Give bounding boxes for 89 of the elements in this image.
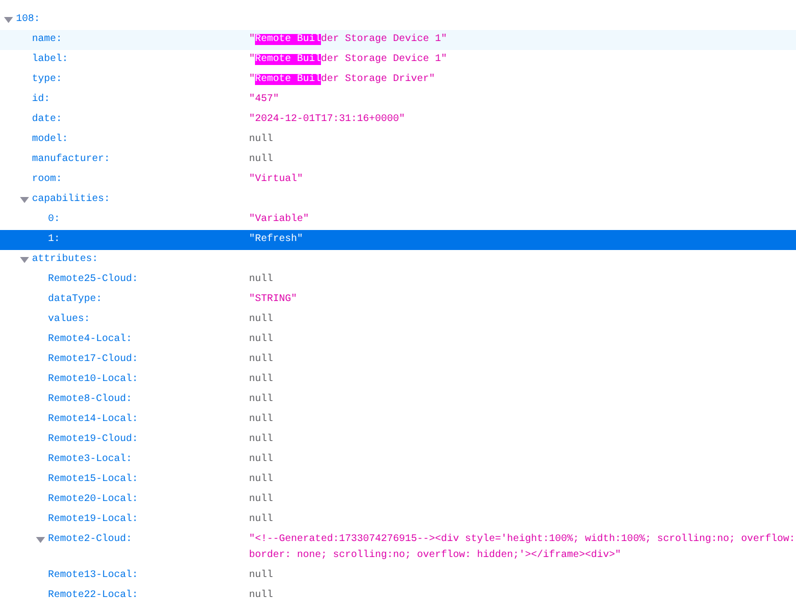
property-key: Remote14-Local: xyxy=(48,412,138,428)
property-key: manufacturer: xyxy=(32,152,110,168)
property-key: 108: xyxy=(16,12,40,28)
property-key: type: xyxy=(32,72,62,88)
property-key: values: xyxy=(48,312,90,328)
property-key: attributes: xyxy=(32,252,98,268)
expand-arrow-icon[interactable] xyxy=(20,257,29,263)
tree-row[interactable]: Remote19-Cloud: null xyxy=(0,430,796,450)
property-value: null xyxy=(249,568,274,583)
tree-row[interactable]: Remote8-Cloud: null xyxy=(0,390,796,410)
property-value: null xyxy=(249,512,274,527)
tree-row[interactable]: Remote4-Local: null xyxy=(0,330,796,350)
tree-row[interactable]: date: "2024-12-01T17:31:16+0000" xyxy=(0,110,796,130)
tree-row[interactable]: Remote14-Local: null xyxy=(0,410,796,430)
property-key: name: xyxy=(32,32,62,48)
property-value: null xyxy=(249,472,274,487)
property-value: border: none; scrolling:no; overflow: hidden;'></iframe><div>" xyxy=(249,548,622,563)
property-key: Remote3-Local: xyxy=(48,452,132,468)
property-key: Remote25-Cloud: xyxy=(48,272,138,288)
tree-row[interactable]: id: "457" xyxy=(0,90,796,110)
property-key: Remote10-Local: xyxy=(48,372,138,388)
property-value: "STRING" xyxy=(249,292,298,307)
property-value: "457" xyxy=(249,92,280,107)
property-value: null xyxy=(249,332,274,347)
property-value: null xyxy=(249,392,274,407)
property-key: Remote19-Local: xyxy=(48,512,138,528)
tree-row[interactable]: manufacturer: null xyxy=(0,150,796,170)
property-key: capabilities: xyxy=(32,192,110,208)
property-value: null xyxy=(249,312,274,327)
property-value: "Refresh" xyxy=(249,232,304,247)
property-key: Remote4-Local: xyxy=(48,332,132,348)
property-key: dataType: xyxy=(48,292,102,308)
tree-row[interactable]: Remote10-Local: null xyxy=(0,370,796,390)
property-value: null xyxy=(249,372,274,387)
property-value: "Remote Builder Storage Device 1" xyxy=(249,32,448,47)
tree-row[interactable]: 1: "Refresh" xyxy=(0,230,796,250)
property-value: null xyxy=(249,272,274,287)
tree-row[interactable]: Remote2-Cloud: "<!--Generated:1733074276915--><div style='height:100%; width:100%; scrolling:no; overflow: border: none; scrolling:no; overflow: hidden;'></iframe><div>" xyxy=(0,530,796,566)
property-key: model: xyxy=(32,132,68,148)
property-value: "Variable" xyxy=(249,212,310,227)
property-value: null xyxy=(249,152,274,167)
property-key: date: xyxy=(32,112,62,128)
property-value: null xyxy=(249,492,274,507)
tree-row[interactable]: name: "Remote Builder Storage Device 1" xyxy=(0,30,796,50)
property-key: Remote17-Cloud: xyxy=(48,352,138,368)
tree-row[interactable]: values: null xyxy=(0,310,796,330)
expand-arrow-icon[interactable] xyxy=(4,17,13,23)
property-value: null xyxy=(249,432,274,447)
tree-row[interactable]: 0: "Variable" xyxy=(0,210,796,230)
property-key: 0: xyxy=(48,212,60,228)
property-key: Remote8-Cloud: xyxy=(48,392,132,408)
property-value: null xyxy=(249,588,274,603)
tree-row[interactable]: model: null xyxy=(0,130,796,150)
tree-row[interactable]: label: "Remote Builder Storage Device 1" xyxy=(0,50,796,70)
tree-row[interactable]: Remote15-Local: null xyxy=(0,470,796,490)
tree-row[interactable]: Remote25-Cloud: null xyxy=(0,270,796,290)
property-key: room: xyxy=(32,172,62,188)
tree-row[interactable]: Remote19-Local: null xyxy=(0,510,796,530)
tree-row[interactable]: Remote13-Local: null xyxy=(0,566,796,586)
expand-arrow-icon[interactable] xyxy=(20,197,29,203)
tree-row[interactable]: type: "Remote Builder Storage Driver" xyxy=(0,70,796,90)
tree-row[interactable]: room: "Virtual" xyxy=(0,170,796,190)
property-key: label: xyxy=(32,52,68,68)
tree-row[interactable]: attributes: xyxy=(0,250,796,270)
tree-row[interactable]: 108: xyxy=(0,10,796,30)
property-value: "Virtual" xyxy=(249,172,304,187)
tree-row[interactable]: Remote17-Cloud: null xyxy=(0,350,796,370)
tree-row[interactable]: capabilities: xyxy=(0,190,796,210)
tree-row[interactable]: Remote22-Local: null xyxy=(0,586,796,604)
property-key: Remote2-Cloud: xyxy=(48,532,132,548)
property-value: null xyxy=(249,132,274,147)
property-key: Remote20-Local: xyxy=(48,492,138,508)
property-key: Remote13-Local: xyxy=(48,568,138,584)
property-key: Remote22-Local: xyxy=(48,588,138,604)
property-value: "Remote Builder Storage Driver" xyxy=(249,72,436,87)
property-key: Remote19-Cloud: xyxy=(48,432,138,448)
property-key: id: xyxy=(32,92,50,108)
tree-row[interactable]: Remote20-Local: null xyxy=(0,490,796,510)
property-key: 1: xyxy=(48,232,60,248)
property-value: "2024-12-01T17:31:16+0000" xyxy=(249,112,406,127)
tree-row[interactable]: dataType: "STRING" xyxy=(0,290,796,310)
property-value: "<!--Generated:1733074276915--><div style='height:100%; width:100%; scrolling:no; overflow: xyxy=(249,532,796,547)
property-key: Remote15-Local: xyxy=(48,472,138,488)
property-value: null xyxy=(249,352,274,367)
property-value: null xyxy=(249,452,274,467)
tree-row[interactable]: Remote3-Local: null xyxy=(0,450,796,470)
property-value: "Remote Builder Storage Device 1" xyxy=(249,52,448,67)
property-value: null xyxy=(249,412,274,427)
expand-arrow-icon[interactable] xyxy=(36,537,45,543)
